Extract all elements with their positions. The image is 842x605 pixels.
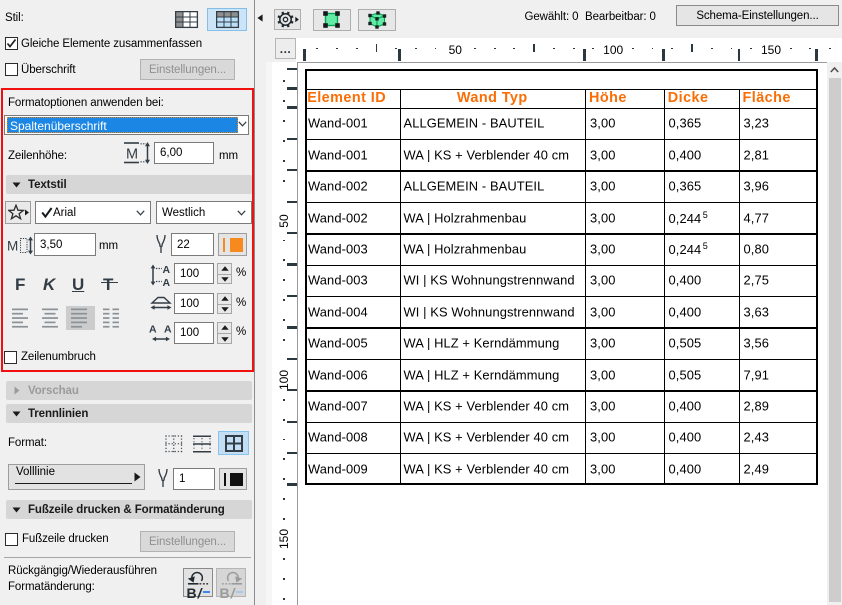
svg-text:M: M — [126, 147, 138, 163]
svg-text:A: A — [164, 324, 172, 336]
svg-text:A: A — [163, 264, 171, 276]
svg-text:M: M — [7, 239, 18, 254]
svg-text:A: A — [163, 277, 171, 286]
svg-text:A: A — [149, 324, 157, 336]
